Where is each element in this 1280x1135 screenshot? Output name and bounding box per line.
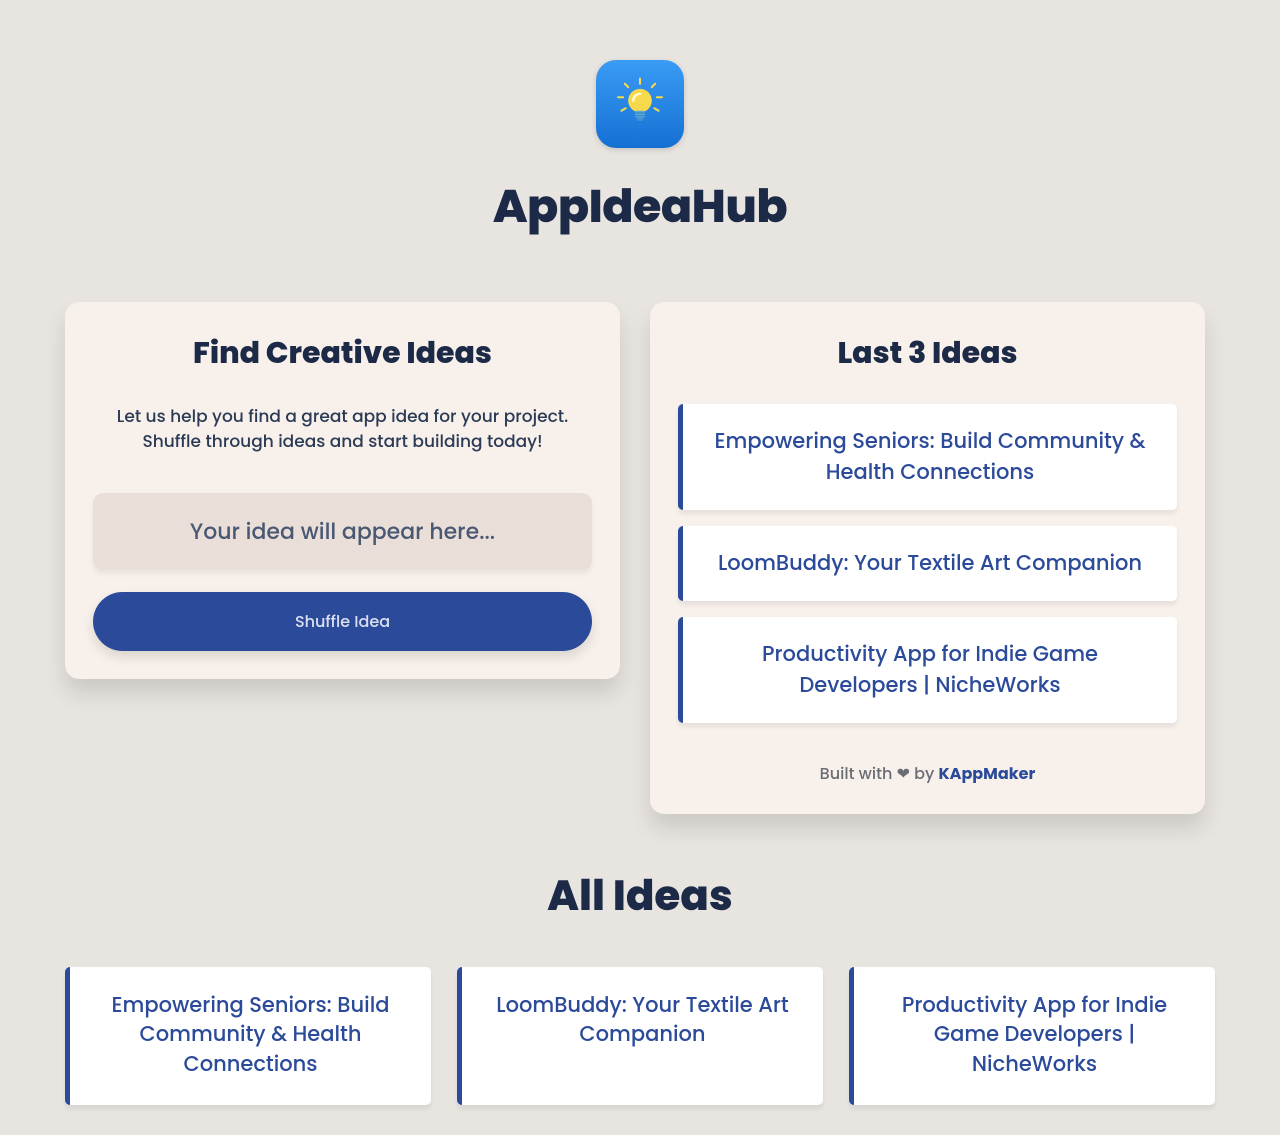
credit-line: Built with ❤ by KAppMaker xyxy=(678,761,1177,786)
idea-item[interactable]: LoomBuddy: Your Textile Art Companion xyxy=(678,526,1177,601)
all-ideas-title: All Ideas xyxy=(65,864,1215,927)
app-logo xyxy=(596,60,684,148)
all-ideas-grid: Empowering Seniors: Build Community & He… xyxy=(65,967,1215,1105)
idea-output: Your idea will appear here... xyxy=(93,493,592,570)
credit-link[interactable]: KAppMaker xyxy=(939,762,1036,785)
find-ideas-subtitle: Let us help you find a great app idea fo… xyxy=(93,404,592,453)
idea-item[interactable]: Empowering Seniors: Build Community & He… xyxy=(65,967,431,1105)
last-ideas-title: Last 3 Ideas xyxy=(678,330,1177,376)
idea-item[interactable]: LoomBuddy: Your Textile Art Companion xyxy=(457,967,823,1105)
idea-item[interactable]: Productivity App for Indie Game Develope… xyxy=(849,967,1215,1105)
site-title: AppIdeaHub xyxy=(493,173,787,242)
shuffle-button[interactable]: Shuffle Idea xyxy=(93,592,592,651)
find-ideas-title: Find Creative Ideas xyxy=(93,330,592,376)
credit-prefix: Built with ❤ by xyxy=(820,762,939,785)
idea-item[interactable]: Empowering Seniors: Build Community & He… xyxy=(678,404,1177,510)
idea-item[interactable]: Productivity App for Indie Game Develope… xyxy=(678,617,1177,723)
find-ideas-card: Find Creative Ideas Let us help you find… xyxy=(65,302,620,679)
lightbulb-icon xyxy=(613,77,667,131)
last-ideas-card: Last 3 Ideas Empowering Seniors: Build C… xyxy=(650,302,1205,814)
header: AppIdeaHub xyxy=(65,60,1215,242)
